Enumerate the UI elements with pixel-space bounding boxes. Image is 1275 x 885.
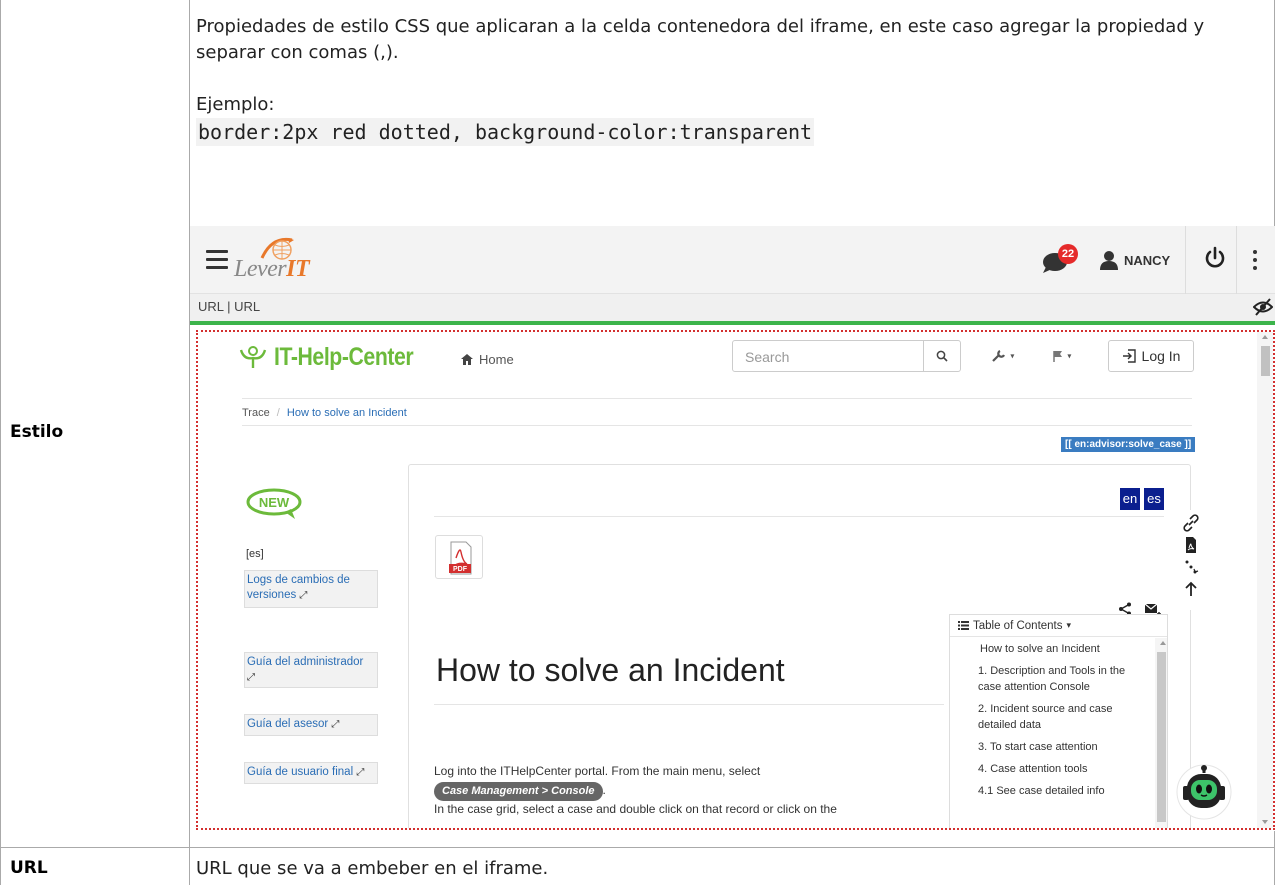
table-border-left (0, 0, 1, 885)
divider (242, 398, 1192, 399)
user-name: NANCY (1124, 252, 1171, 268)
new-badge: NEW (245, 487, 305, 526)
login-button[interactable]: Log In (1108, 340, 1194, 372)
login-icon (1122, 349, 1136, 363)
url-tabs[interactable]: URL | URL (198, 299, 260, 314)
page-title: How to solve an Incident (436, 652, 785, 688)
helpcenter-logo-icon (239, 346, 267, 368)
chat-icon[interactable]: 22 (1042, 244, 1078, 276)
list-icon (958, 621, 969, 630)
toc-item[interactable]: 1. Description and Tools in the case att… (950, 660, 1154, 698)
toc-scrollbar[interactable] (1155, 638, 1167, 828)
embedded-app: LeverIT 22 NANCY URL | URL IT-Help-Cente… (190, 226, 1275, 831)
ejemplo-code: border:2px red dotted, background-color:… (196, 118, 815, 146)
user-menu[interactable]: NANCY (1100, 248, 1170, 272)
app-topbar: LeverIT 22 NANCY (190, 226, 1275, 294)
search-icon (936, 350, 948, 362)
topbar-separator (1236, 226, 1237, 294)
menu-path-pill: Case Management > Console (434, 782, 603, 801)
toc-item[interactable]: How to solve an Incident (950, 638, 1154, 660)
breadcrumb-root[interactable]: Trace (242, 407, 270, 419)
search-button[interactable] (923, 340, 961, 372)
advisor-tag[interactable]: [[ en:advisor:solve_case ]] (1061, 437, 1196, 452)
lang-en-button[interactable]: en (1120, 488, 1140, 510)
sidebar-link-changelog[interactable]: Logs de cambios de versiones ⤢ (244, 570, 378, 608)
divider (242, 425, 1192, 426)
estilo-description: Propiedades de estilo CSS que aplicaran … (196, 14, 1266, 147)
eye-off-icon[interactable] (1252, 298, 1274, 316)
table-row-divider (0, 847, 1275, 848)
row-label-estilo: Estilo (10, 422, 64, 442)
lang-marker: [es] (246, 548, 264, 560)
user-icon (1100, 251, 1118, 270)
back-to-top-icon[interactable] (1182, 580, 1200, 598)
accent-line (190, 321, 1275, 325)
embedded-iframe: IT-Help-Center Home Search ▾ ▾ Log In Tr… (196, 330, 1275, 830)
svg-text:NEW: NEW (259, 495, 290, 510)
wrench-icon (992, 349, 1005, 362)
home-link[interactable]: Home (461, 352, 514, 367)
sidebar-link-advisor-guide[interactable]: Guía del asesor ⤢ (244, 714, 378, 736)
toc-toggle[interactable]: Table of Contents ▾ (950, 615, 1167, 637)
hamburger-icon[interactable] (206, 250, 228, 270)
divider (434, 516, 1164, 517)
search-input[interactable]: Search (732, 340, 924, 372)
toc-list: How to solve an Incident 1. Description … (950, 638, 1154, 828)
topbar-separator (1185, 226, 1186, 294)
lang-es-button[interactable]: es (1144, 488, 1164, 510)
floating-toolbar (1178, 510, 1204, 610)
kebab-icon[interactable] (1253, 250, 1259, 270)
table-of-contents: Table of Contents ▾ How to solve an Inci… (949, 614, 1168, 828)
helpcenter-logo[interactable]: IT-Help-Center (238, 340, 438, 374)
ejemplo-label: Ejemplo: (196, 94, 275, 115)
row-label-url: URL (10, 858, 48, 878)
url-description: URL que se va a embeber en el iframe. (196, 858, 549, 879)
pdf-icon[interactable]: PDF (435, 535, 483, 579)
toc-item[interactable]: 4. Case attention tools (950, 758, 1154, 780)
power-icon[interactable] (1203, 246, 1229, 272)
tree-icon[interactable] (1182, 558, 1200, 576)
link-icon[interactable] (1182, 514, 1200, 532)
estilo-description-text: Propiedades de estilo CSS que aplicaran … (196, 16, 1205, 63)
flag-icon (1053, 350, 1062, 362)
toc-item[interactable]: 3. To start case attention (950, 736, 1154, 758)
breadcrumb: Trace / How to solve an Incident (242, 407, 407, 419)
svg-text:PDF: PDF (453, 566, 468, 573)
sidebar-link-admin-guide[interactable]: Guía del administrador ⤢ (244, 652, 378, 688)
url-tabs-bar: URL | URL (190, 294, 1275, 321)
home-icon (461, 354, 473, 365)
chat-badge-count: 22 (1058, 244, 1078, 264)
tools-dropdown[interactable]: ▾ (991, 348, 1014, 363)
breadcrumb-current[interactable]: How to solve an Incident (287, 407, 407, 419)
toc-item[interactable]: 2. Incident source and case detailed dat… (950, 698, 1154, 736)
leverit-logo: LeverIT (234, 234, 324, 284)
flag-dropdown[interactable]: ▾ (1052, 348, 1071, 362)
page-scrollbar[interactable] (1257, 332, 1273, 828)
article-body: Log into the ITHelpCenter portal. From t… (434, 764, 837, 816)
pdf-export-icon[interactable] (1182, 536, 1200, 554)
toc-item[interactable]: 4.1 See case detailed info (950, 780, 1154, 802)
chatbot-icon[interactable] (1174, 762, 1234, 822)
divider (434, 704, 944, 705)
sidebar-link-enduser-guide[interactable]: Guía de usuario final ⤢ (244, 762, 378, 784)
